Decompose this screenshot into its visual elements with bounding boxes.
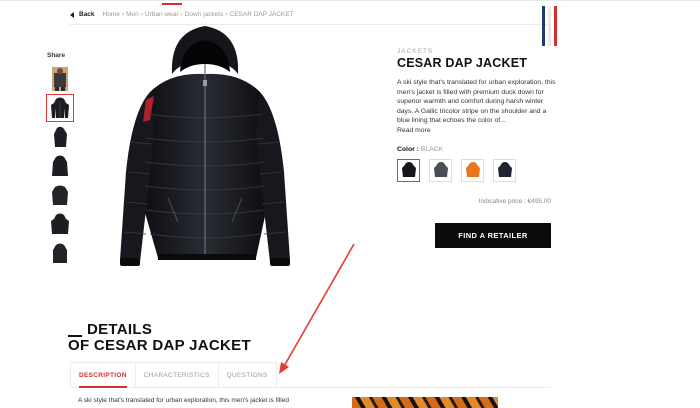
breadcrumb-men[interactable]: Men — [126, 11, 139, 18]
thumbnail-detail-1[interactable] — [47, 182, 73, 208]
indicative-price: Indicative price : €495.00 — [478, 198, 551, 205]
thumbnail-model[interactable] — [47, 66, 73, 92]
active-nav-indicator — [162, 3, 182, 5]
breadcrumb: Back Home › Men › Urban wear › Down jackets… — [70, 11, 294, 18]
breadcrumb-down-jackets[interactable]: Down jackets — [185, 11, 224, 18]
details-line-2: OF CESAR DAP JACKET — [68, 337, 251, 354]
swatch-black[interactable] — [397, 158, 420, 182]
back-arrow-icon — [70, 11, 74, 18]
product-title: CESAR DAP JACKET — [397, 56, 528, 70]
details-tabs: DESCRIPTION CHARACTERISTICS QUESTIONS — [70, 362, 551, 388]
details-dash — [68, 335, 82, 337]
details-line-1: DETAILS — [87, 321, 153, 338]
thumbnail-detail-2[interactable] — [47, 211, 73, 237]
tiger-pattern-image — [352, 397, 498, 408]
tab-description[interactable]: DESCRIPTION — [70, 362, 136, 388]
color-value: BLACK — [420, 145, 444, 153]
description-body: A ski style that's translated for urban … — [78, 397, 289, 404]
color-swatches — [397, 158, 557, 182]
tab-questions[interactable]: QUESTIONS — [217, 362, 277, 388]
color-label-text: Color : — [397, 145, 421, 153]
breadcrumb-current: CESAR DAP JACKET — [229, 11, 294, 18]
swatch-navy[interactable] — [493, 158, 516, 182]
tricolor-flag-icon — [542, 6, 557, 46]
product-image — [120, 26, 290, 266]
thumbnail-gallery — [46, 66, 74, 266]
back-label: Back — [79, 11, 95, 18]
details-heading: DETAILS OF CESAR DAP JACKET — [68, 322, 251, 354]
back-button[interactable]: Back — [70, 11, 95, 18]
top-border — [0, 0, 700, 1]
thumbnail-detail-3[interactable] — [47, 240, 73, 266]
swatch-orange[interactable] — [461, 158, 484, 182]
breadcrumb-separator-icon: › — [180, 11, 183, 18]
breadcrumb-separator-icon: › — [121, 11, 125, 18]
breadcrumb-urban-wear[interactable]: Urban wear — [145, 11, 179, 18]
tab-characteristics[interactable]: CHARACTERISTICS — [134, 362, 219, 388]
breadcrumb-home[interactable]: Home — [103, 11, 120, 18]
breadcrumb-separator-icon: › — [225, 11, 228, 18]
thumbnail-back[interactable] — [47, 153, 73, 179]
product-category: JACKETS — [397, 48, 434, 55]
breadcrumb-separator-icon: › — [140, 11, 143, 18]
product-info: JACKETS CESAR DAP JACKET A ski style tha… — [397, 48, 557, 182]
swatch-grey[interactable] — [429, 158, 452, 182]
share-label: Share — [47, 52, 66, 59]
thumbnail-side[interactable] — [47, 124, 73, 150]
product-description: A ski style that's translated for urban … — [397, 79, 556, 125]
read-more-link[interactable]: Read more — [397, 127, 557, 134]
find-retailer-button[interactable]: FIND A RETAILER — [435, 223, 551, 248]
thumbnail-front[interactable] — [46, 94, 74, 122]
color-label: Color : BLACK — [397, 146, 557, 153]
